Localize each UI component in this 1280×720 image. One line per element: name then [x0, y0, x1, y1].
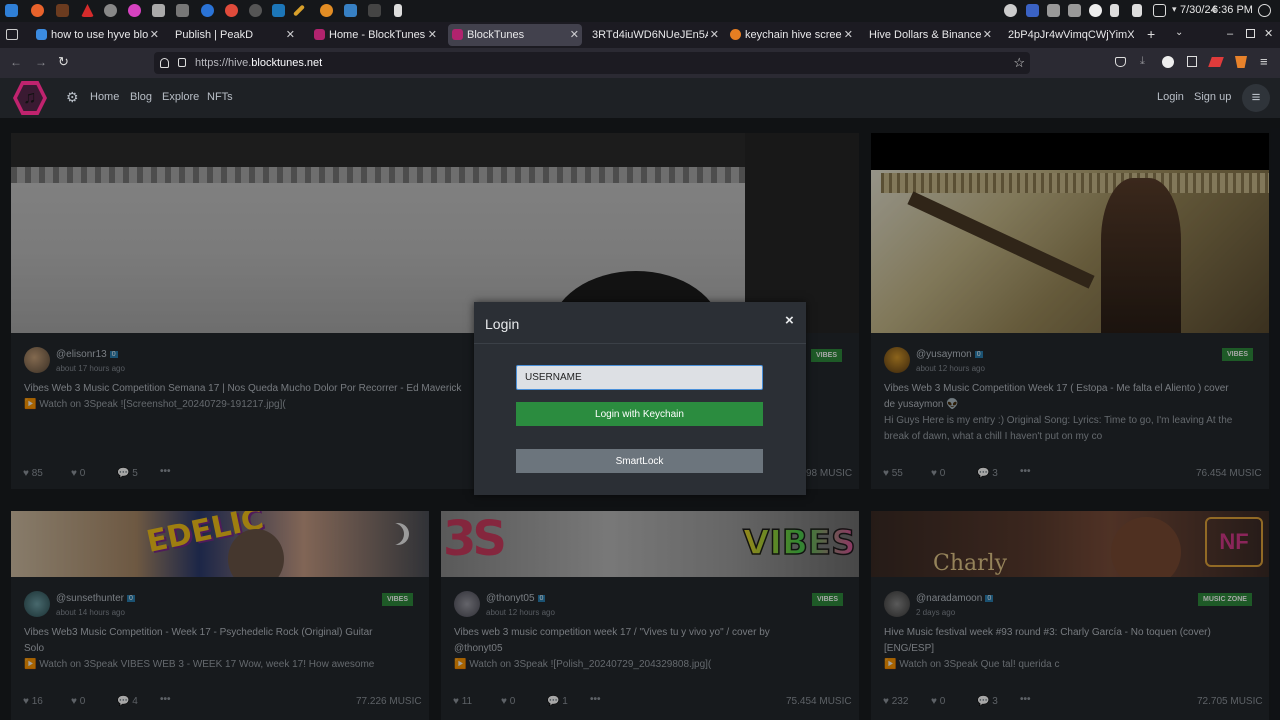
- tab-list-chevron-icon[interactable]: ⌄: [1175, 27, 1183, 38]
- forward-arrow-icon[interactable]: →: [35, 55, 47, 69]
- reload-icon[interactable]: ↻: [58, 54, 69, 70]
- tab-favicon-icon: [452, 29, 463, 40]
- back-arrow-icon[interactable]: ←: [10, 55, 22, 69]
- login-with-keychain-button[interactable]: Login with Keychain: [516, 402, 763, 426]
- maximize-icon[interactable]: [1246, 29, 1255, 38]
- extension-p-icon[interactable]: [1162, 56, 1174, 68]
- username-input[interactable]: USERNAME: [516, 365, 763, 390]
- pocket-icon[interactable]: [1115, 57, 1126, 67]
- metamask-icon[interactable]: [1235, 56, 1247, 68]
- tab-favicon-icon: [36, 29, 47, 40]
- app-icon-3[interactable]: [104, 4, 117, 17]
- app-icon-13[interactable]: [394, 4, 402, 17]
- keychain-extension-icon[interactable]: [1208, 57, 1224, 67]
- nav-nfts[interactable]: NFTs: [207, 91, 233, 103]
- close-icon[interactable]: ✕: [286, 22, 295, 48]
- nav-blog[interactable]: Blog: [130, 91, 152, 103]
- clipboard-icon[interactable]: [1047, 4, 1060, 17]
- downloads-icon[interactable]: ⤓: [1140, 55, 1145, 68]
- display-icon[interactable]: [1153, 4, 1166, 17]
- app-icon-8[interactable]: [249, 4, 262, 17]
- close-icon[interactable]: ✕: [710, 22, 719, 48]
- app-icon-6[interactable]: [176, 4, 189, 17]
- window-close-icon[interactable]: ✕: [1264, 27, 1273, 40]
- system-taskbar: ▾ 7/30/24 6:36 PM: [0, 0, 1280, 22]
- menu-hamburger-icon[interactable]: ≡: [1260, 54, 1268, 69]
- tab-favicon-icon: [730, 29, 741, 40]
- media-icon[interactable]: [1089, 4, 1102, 17]
- url-prefix: https://hive.: [195, 57, 252, 69]
- tab-2bp4pjr[interactable]: 2bP4pJr4wVimqCWjYimX: [1008, 22, 1134, 48]
- login-link[interactable]: Login: [1157, 91, 1184, 103]
- volume-icon[interactable]: [1110, 4, 1119, 17]
- menu-hamburger-icon[interactable]: ≡: [1242, 84, 1270, 112]
- tab-how-to-use-hyve[interactable]: how to use hyve block ✕: [36, 22, 162, 48]
- tab-keychain-hive[interactable]: keychain hive screens ✕: [730, 22, 856, 48]
- app-icon-7[interactable]: [201, 4, 214, 17]
- tab-publish-peakd[interactable]: Publish | PeakD ✕: [160, 22, 298, 48]
- tray-icon-3[interactable]: [1068, 4, 1081, 17]
- signup-link[interactable]: Sign up: [1194, 91, 1231, 103]
- close-icon[interactable]: ✕: [150, 22, 159, 48]
- gear-icon[interactable]: ⚙: [66, 89, 79, 106]
- close-icon[interactable]: ✕: [983, 22, 992, 48]
- firefox-icon[interactable]: [31, 4, 44, 17]
- app-icon-2[interactable]: [81, 4, 94, 17]
- launcher-icon[interactable]: [5, 4, 18, 17]
- chrome-icon[interactable]: [225, 4, 238, 17]
- bluetooth-icon[interactable]: [1132, 4, 1142, 17]
- minimize-icon[interactable]: –: [1227, 28, 1233, 40]
- blocktunes-logo[interactable]: ♫: [13, 81, 47, 115]
- tab-overview-icon[interactable]: [6, 29, 18, 40]
- shield-icon[interactable]: [160, 58, 169, 68]
- login-modal: Login × USERNAME Login with Keychain Sma…: [474, 302, 806, 495]
- chevron-down-icon[interactable]: ▾: [1172, 4, 1177, 15]
- app-icon-5[interactable]: [152, 4, 165, 17]
- site-header: ♫ ⚙ Home Blog Explore NFTs Login Sign up…: [0, 78, 1280, 118]
- app-icon-4[interactable]: [128, 4, 141, 17]
- modal-divider: [474, 343, 806, 344]
- nav-home[interactable]: Home: [90, 91, 119, 103]
- browser-nav-bar: ← → ↻ https://hive.blocktunes.net ☆ ⤓ ≡: [0, 48, 1280, 78]
- modal-title: Login: [485, 316, 520, 332]
- tab-hive-dollars[interactable]: Hive Dollars & Binance | ✕: [869, 22, 995, 48]
- power-icon[interactable]: [1258, 4, 1271, 17]
- extensions-icon[interactable]: [1187, 56, 1197, 67]
- close-icon[interactable]: ✕: [428, 22, 437, 48]
- smartlock-button[interactable]: SmartLock: [516, 449, 763, 473]
- url-domain: blocktunes.net: [251, 57, 323, 69]
- app-icon-9[interactable]: [272, 4, 285, 17]
- close-icon[interactable]: ✕: [844, 22, 853, 48]
- tray-icon-2[interactable]: [1026, 4, 1039, 17]
- close-icon[interactable]: ×: [785, 312, 794, 329]
- app-icon-1[interactable]: [56, 4, 69, 17]
- system-time: 6:36 PM: [1212, 4, 1253, 16]
- music-note-icon: ♫: [23, 87, 37, 107]
- tab-blocktunes[interactable]: BlockTunes ✕: [448, 24, 582, 46]
- bookmark-star-icon[interactable]: ☆: [1013, 52, 1025, 74]
- new-tab-plus-icon[interactable]: +: [1147, 26, 1155, 42]
- lock-icon[interactable]: [178, 58, 186, 67]
- vlc-icon[interactable]: [320, 4, 333, 17]
- url-bar[interactable]: https://hive.blocktunes.net ☆: [154, 52, 1030, 74]
- tab-favicon-icon: [314, 29, 325, 40]
- close-icon[interactable]: ✕: [570, 24, 579, 46]
- app-icon-10[interactable]: [292, 4, 306, 17]
- app-icon-11[interactable]: [344, 4, 357, 17]
- tab-3rtd4iuwd[interactable]: 3RTd4iuWD6NUeJEn5AV ✕: [592, 22, 722, 48]
- app-icon-12[interactable]: [368, 4, 381, 17]
- tab-home-blocktunes[interactable]: Home - BlockTunes ✕: [314, 22, 440, 48]
- browser-tab-bar: how to use hyve block ✕ Publish | PeakD …: [0, 22, 1280, 48]
- tray-icon-1[interactable]: [1004, 4, 1017, 17]
- nav-explore[interactable]: Explore: [162, 91, 199, 103]
